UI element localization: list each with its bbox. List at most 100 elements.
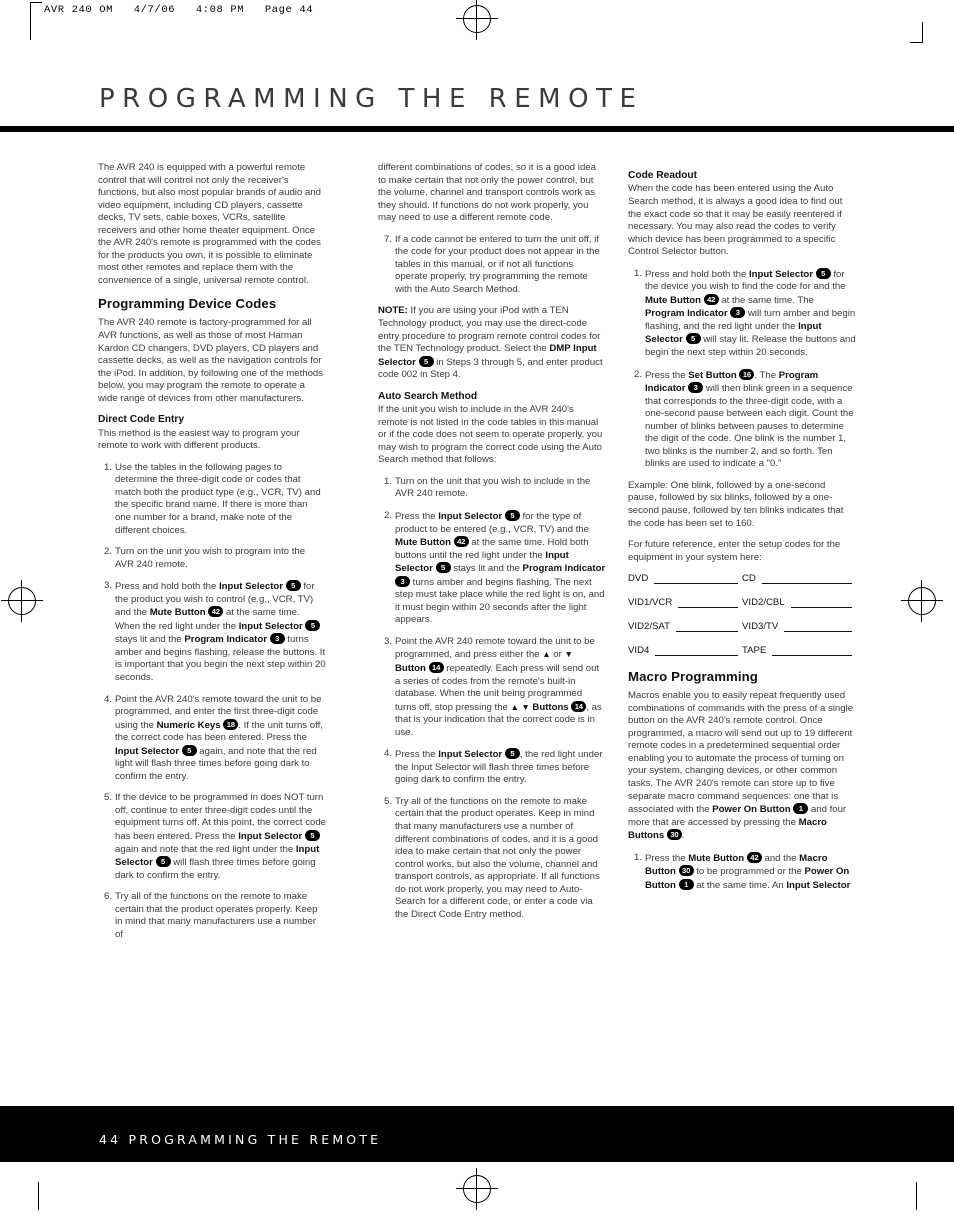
example-paragraph: Example: One blink, followed by a one-se… bbox=[628, 479, 844, 529]
code-label: VID4 bbox=[628, 645, 650, 657]
step-text: Press the bbox=[395, 510, 439, 522]
control-program-indicator: Program Indicator bbox=[184, 634, 267, 646]
step-text: stays lit and the bbox=[115, 634, 185, 646]
crop-mark-top-right-v bbox=[922, 22, 923, 42]
code-write-in-line[interactable] bbox=[761, 574, 852, 585]
list-item: 3. Point the AVR 240 remote toward the un… bbox=[378, 636, 606, 739]
callout-badge: 3 bbox=[269, 633, 285, 645]
list-item: 5. Try all of the functions on the remot… bbox=[378, 796, 606, 921]
table-row: DVD CD bbox=[628, 573, 856, 585]
code-write-in-line[interactable] bbox=[675, 622, 738, 633]
step-text: . The bbox=[754, 369, 779, 381]
step-text: Press the bbox=[645, 852, 689, 864]
callout-badge: 42 bbox=[703, 293, 719, 305]
updown-arrows-icon: ▲ ▼ bbox=[510, 701, 530, 712]
callout-badge: 16 bbox=[739, 368, 755, 380]
code-label: VID1/VCR bbox=[628, 597, 673, 609]
step-number: 5. bbox=[383, 795, 392, 807]
code-entry[interactable]: CD bbox=[742, 573, 856, 585]
code-write-in-line[interactable] bbox=[678, 598, 738, 609]
code-readout-body: When the code has been entered using the… bbox=[628, 183, 843, 258]
control-set-button: Set Button bbox=[688, 369, 737, 381]
control-input-selector: Input Selector bbox=[749, 268, 813, 280]
title-rule bbox=[0, 126, 954, 132]
callout-badge: 14 bbox=[571, 700, 587, 712]
direct-code-entry-body: This method is the easiest way to progra… bbox=[98, 427, 300, 452]
step-text: at the same time. An bbox=[693, 879, 787, 891]
code-write-in-line[interactable] bbox=[790, 598, 852, 609]
code-readout-steps: 1. Press and hold both the Input Selector… bbox=[628, 267, 856, 471]
callout-badge: 3 bbox=[730, 307, 746, 319]
callout-badge: 5 bbox=[305, 619, 321, 631]
code-entry[interactable]: VID1/VCR bbox=[628, 597, 742, 609]
code-write-in-line[interactable] bbox=[784, 622, 852, 633]
subheading-direct-code-entry: Direct Code Entry bbox=[98, 414, 185, 426]
control-input-selector: Input Selector bbox=[238, 620, 303, 632]
list-item: 4. Press the Input Selector 5, the red li… bbox=[378, 748, 606, 787]
control-input-selector: Input Selector bbox=[438, 749, 503, 761]
direct-code-entry-steps: 1. Use the tables in the following pages… bbox=[98, 462, 326, 942]
heading-macro-programming: Macro Programming bbox=[628, 669, 758, 685]
column-1: The AVR 240 is equipped with a powerful … bbox=[98, 162, 326, 950]
continued-paragraph: different combinations of codes, so it i… bbox=[378, 162, 596, 224]
callout-badge: 5 bbox=[435, 562, 451, 574]
callout-badge: 3 bbox=[688, 382, 704, 394]
control-input-selector: Input Selector bbox=[438, 510, 503, 522]
step-number: 5. bbox=[103, 792, 112, 804]
auto-search-method-body: If the unit you wish to include in the A… bbox=[378, 404, 603, 466]
note-paragraph: NOTE: If you are using your iPod with a … bbox=[378, 305, 606, 381]
control-program-indicator: Program Indicator bbox=[522, 563, 606, 575]
code-entry[interactable]: VID2/SAT bbox=[628, 621, 742, 633]
code-entry[interactable]: VID3/TV bbox=[742, 621, 856, 633]
programming-device-codes-body: The AVR 240 remote is factory-programmed… bbox=[98, 317, 324, 404]
step-text: Try all of the functions on the remote t… bbox=[115, 891, 318, 940]
step-number: 3. bbox=[103, 580, 112, 592]
step-text: to be programmed or the bbox=[693, 866, 805, 878]
callout-badge: 5 bbox=[181, 744, 197, 756]
step-text: Turn on the unit that you wish to includ… bbox=[395, 475, 591, 500]
code-entry[interactable]: VID2/CBL bbox=[742, 597, 856, 609]
control-updown-buttons: Buttons bbox=[529, 701, 569, 713]
table-row: VID4 TAPE bbox=[628, 645, 856, 657]
code-write-in-line[interactable] bbox=[655, 646, 738, 657]
step-number: 1. bbox=[383, 475, 392, 487]
setup-code-writein-table: DVD CD VID1/VCR VID2/CBL VID2/SAT VID3/T… bbox=[628, 573, 856, 657]
code-write-in-line[interactable] bbox=[654, 574, 738, 585]
macro-programming-steps: 1. Press the Mute Button 42 and the Macro… bbox=[628, 851, 856, 893]
step-text: or bbox=[550, 649, 565, 661]
macro-programming-body: Macros enable you to easily repeat frequ… bbox=[628, 690, 856, 843]
table-row: VID2/SAT VID3/TV bbox=[628, 621, 856, 633]
code-label: TAPE bbox=[742, 645, 767, 657]
callout-badge: 5 bbox=[285, 580, 301, 592]
step-text: will then blink green in a sequence that… bbox=[645, 383, 854, 470]
step-text: Press the bbox=[645, 369, 689, 381]
page-canvas: AVR 240 OM 4/7/06 4:08 PM Page 44 PROGRA… bbox=[0, 0, 954, 1215]
callout-badge: 1 bbox=[793, 803, 809, 815]
code-label: VID2/SAT bbox=[628, 621, 670, 633]
intro-paragraph: The AVR 240 is equipped with a powerful … bbox=[98, 162, 321, 286]
callout-badge: 5 bbox=[418, 355, 434, 367]
code-entry[interactable]: DVD bbox=[628, 573, 742, 585]
step-number: 4. bbox=[383, 748, 392, 760]
step-number: 6. bbox=[103, 891, 112, 903]
control-input-selector: Input Selector bbox=[219, 581, 283, 593]
future-reference-paragraph: For future reference, enter the setup co… bbox=[628, 539, 841, 563]
step-number: 2. bbox=[383, 509, 392, 521]
up-arrow-icon: ▲ bbox=[542, 649, 551, 660]
code-write-in-line[interactable] bbox=[772, 646, 852, 657]
control-program-indicator: Program Indicator bbox=[645, 308, 728, 320]
registration-mark-right-icon bbox=[901, 580, 943, 622]
callout-badge: 5 bbox=[304, 830, 320, 842]
crop-mark-bottom-left bbox=[38, 1182, 39, 1210]
code-entry[interactable]: TAPE bbox=[742, 645, 856, 657]
code-label: CD bbox=[742, 573, 756, 585]
control-input-selector: Input Selector bbox=[115, 745, 179, 757]
code-entry[interactable]: VID4 bbox=[628, 645, 742, 657]
body-text: Macros enable you to easily repeat frequ… bbox=[628, 690, 854, 816]
control-mute-button: Mute Button bbox=[395, 537, 451, 549]
callout-badge: 5 bbox=[815, 267, 831, 279]
direct-code-entry-steps-continued: 7. If a code cannot be entered to turn t… bbox=[378, 234, 606, 297]
list-item: 4. Point the AVR 240's remote toward the … bbox=[98, 694, 326, 784]
heading-programming-device-codes: Programming Device Codes bbox=[98, 296, 277, 312]
callout-badge: 14 bbox=[428, 662, 444, 673]
